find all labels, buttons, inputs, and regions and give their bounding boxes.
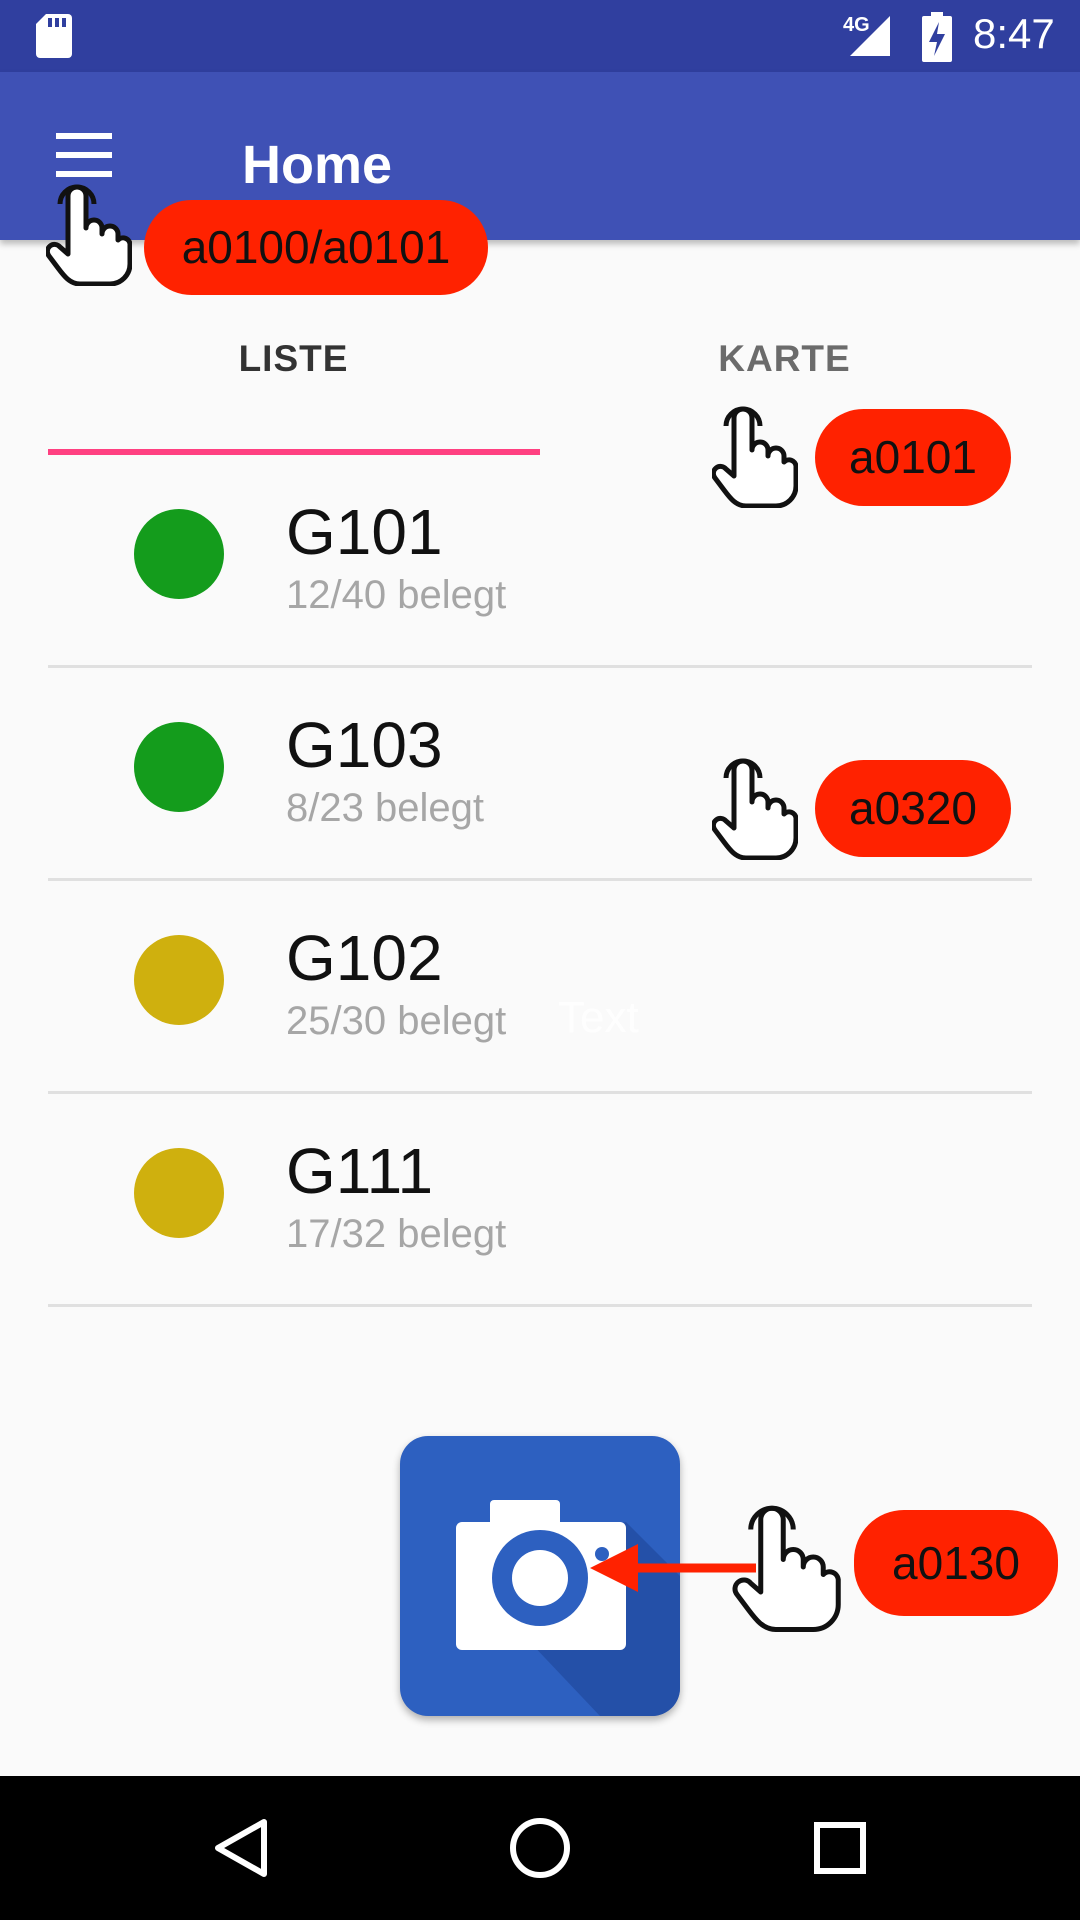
tab-karte[interactable]: KARTE [539,338,1030,380]
list-item-subtitle: 25/30 belegt [286,999,507,1043]
list-item-subtitle: 8/23 belegt [286,786,484,830]
list-item-subtitle: 12/40 belegt [286,573,507,617]
annotation-tag: a0320 [815,760,1011,857]
status-dot [134,1148,224,1238]
recents-square-icon[interactable] [790,1798,890,1898]
annotation-tag: a0101 [815,409,1011,506]
list-item-title: G101 [286,496,443,568]
tap-hand-icon [712,406,798,508]
status-dot [134,722,224,812]
back-triangle-icon[interactable] [190,1798,290,1898]
navigation-bar [0,1776,1080,1920]
status-dot [134,935,224,1025]
page-title: Home [242,135,393,195]
battery-charging-icon [922,12,952,62]
list-item-subtitle: 17/32 belegt [286,1212,507,1256]
annotation-tag: a0100/a0101 [144,200,488,295]
clock: 8:47 [973,10,1055,57]
signal-icon [850,16,890,56]
tap-hand-icon [46,184,132,286]
status-dot [134,509,224,599]
tab-liste[interactable]: LISTE [48,338,539,380]
tap-hand-icon [712,758,798,860]
annotation-tag: a0130 [854,1510,1058,1616]
list-item-g102[interactable]: G102 25/30 belegt [48,881,1032,1094]
ghost-text: Text [558,993,639,1042]
list-item-title: G102 [286,922,443,994]
list-item-g111[interactable]: G111 17/32 belegt [48,1094,1032,1307]
list-item-title: G111 [286,1135,434,1207]
tap-hand-icon [732,1505,841,1632]
home-circle-icon[interactable] [490,1798,590,1898]
sd-card-icon [36,14,72,58]
status-bar: 4G 8:47 [0,0,1080,72]
list-item-title: G103 [286,709,443,781]
